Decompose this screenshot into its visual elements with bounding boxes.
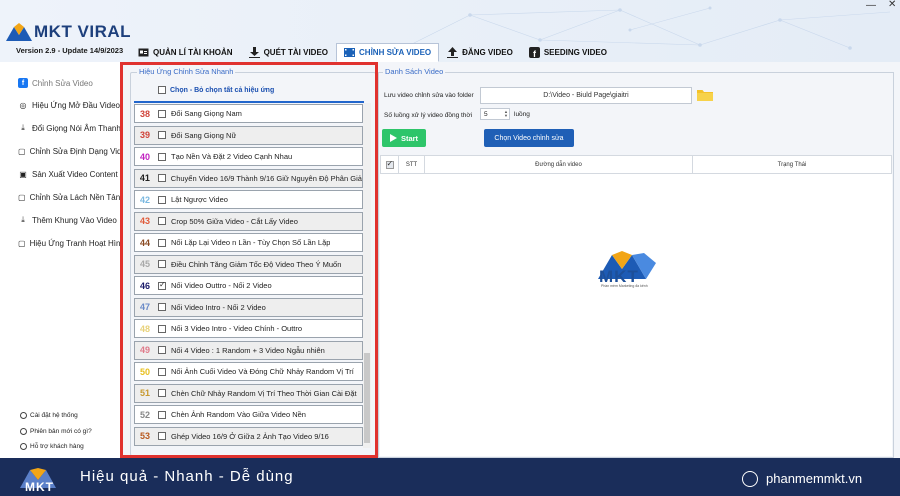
save-folder-label: Lưu video chỉnh sửa vào folder <box>384 92 474 99</box>
sidebar-item-label: Hiệu Ứng Mở Đầu Video <box>32 100 120 110</box>
whats-new-label: Phiên bản mới có gì? <box>30 428 92 435</box>
minimize-button[interactable]: — <box>866 0 876 11</box>
save-path-input[interactable]: D:\Video - Biuld Page\giaitri <box>480 87 692 104</box>
tab-label: QUẢN LÍ TÀI KHOẢN <box>153 48 233 57</box>
download-icon: ⤓ <box>21 123 25 132</box>
mkt-logo-icon <box>6 23 32 41</box>
sidebar-item-voice-change[interactable]: ⤓ Đổi Giọng Nói Âm Thanh <box>0 119 122 137</box>
globe-icon <box>742 471 758 487</box>
camera-icon: ◎ <box>19 100 27 110</box>
start-button[interactable]: Start <box>382 129 426 147</box>
sidebar-item-label: Chỉnh Sửa Định Dạng Video <box>29 146 131 156</box>
settings-label: Cài đặt hệ thống <box>30 412 78 419</box>
square-icon: ▢ <box>18 146 26 156</box>
support-link[interactable]: Hỗ trợ khách hàng <box>20 443 84 450</box>
sidebar-item-cartoon-effect[interactable]: ▢ Hiệu Ứng Tranh Hoạt Hình <box>0 234 125 252</box>
footer-website[interactable]: phanmemmkt.vn <box>766 471 862 486</box>
upload-icon <box>447 47 459 58</box>
facebook-icon: f <box>18 78 28 88</box>
column-header-status: Trạng Thái <box>777 161 807 168</box>
settings-link[interactable]: Cài đặt hệ thống <box>20 412 78 419</box>
square-icon: ▢ <box>18 238 26 248</box>
thread-unit-label: luồng <box>514 111 530 118</box>
sidebar-item-label: Chỉnh Sửa Lách Nền Tảng <box>29 192 125 202</box>
tab-seeding-video[interactable]: f SEEDING VIDEO <box>521 43 615 62</box>
sidebar-item-label: Chỉnh Sửa Video <box>32 78 93 88</box>
header-select-all[interactable] <box>381 156 399 173</box>
video-table-body <box>380 174 892 456</box>
image-icon: ▣ <box>19 169 27 179</box>
tab-account-manager[interactable]: QUẢN LÍ TÀI KHOẢN <box>130 43 241 62</box>
help-icon <box>20 428 27 435</box>
column-header-path: Đường dẫn video <box>425 156 693 173</box>
sidebar-item-label: Đổi Giọng Nói Âm Thanh <box>32 123 121 133</box>
close-button[interactable]: ✕ <box>888 0 896 10</box>
phone-icon <box>20 443 27 450</box>
sidebar-item-format-edit[interactable]: ▢ Chỉnh Sửa Định Dạng Video <box>0 142 130 160</box>
app-logo: MKT VIRAL <box>6 22 131 42</box>
folder-icon[interactable] <box>697 89 713 101</box>
sidebar-item-label: Thêm Khung Vào Video <box>32 215 117 225</box>
sidebar-item-label: Hiệu Ứng Tranh Hoạt Hình <box>29 238 125 248</box>
app-title: MKT VIRAL <box>34 22 132 41</box>
tab-edit-video[interactable]: CHỈNH SỬA VIDEO <box>336 43 440 62</box>
tab-label: QUÉT TÀI VIDEO <box>263 48 329 57</box>
video-list-legend: Danh Sách Video <box>383 67 446 76</box>
sidebar-item-label: Sản Xuất Video Content <box>32 169 118 179</box>
sidebar: f Chỉnh Sửa Video ◎ Hiệu Ứng Mở Đầu Vide… <box>0 62 130 458</box>
sidebar-item-content-production[interactable]: ▣ Sản Xuất Video Content <box>0 165 122 183</box>
version-label: Version 2.9 - Update 14/9/2023 <box>16 46 124 55</box>
thread-count-stepper[interactable]: 5 ▲ ▼ <box>480 108 510 120</box>
tab-label: ĐĂNG VIDEO <box>462 48 513 57</box>
watermark-tagline: Phần mềm Marketing đa kênh <box>601 284 648 288</box>
thread-count-label: Số luồng xử lý video đồng thời <box>384 112 473 119</box>
sidebar-item-intro-effect[interactable]: ◎ Hiệu Ứng Mở Đầu Video <box>0 96 122 114</box>
video-table-header: STT Đường dẫn video Trạng Thái <box>380 155 892 174</box>
facebook-icon: f <box>528 47 540 58</box>
start-label: Start <box>400 133 419 143</box>
choose-video-button[interactable]: Chọn Video chỉnh sửa <box>484 129 574 147</box>
id-card-icon <box>138 48 149 57</box>
play-icon <box>389 134 397 142</box>
tab-label: CHỈNH SỬA VIDEO <box>359 48 432 57</box>
square-icon: ▢ <box>18 192 26 202</box>
spin-arrows-icon[interactable]: ▲ ▼ <box>504 110 508 118</box>
support-label: Hỗ trợ khách hàng <box>30 443 84 450</box>
highlight-frame <box>120 62 378 458</box>
footer-slogan: Hiệu quả - Nhanh - Dễ dùng <box>80 468 294 485</box>
header-checkbox[interactable] <box>385 159 394 169</box>
tab-scan-video[interactable]: QUÉT TÀI VIDEO <box>241 43 336 62</box>
tab-post-video[interactable]: ĐĂNG VIDEO <box>439 43 521 62</box>
thread-count-value: 5 <box>484 110 488 118</box>
sidebar-item-add-frame[interactable]: ⤓ Thêm Khung Vào Video <box>0 211 122 229</box>
tab-label: SEEDING VIDEO <box>543 48 607 57</box>
download-icon <box>248 47 260 58</box>
sidebar-item-edit-video[interactable]: f Chỉnh Sửa Video <box>0 74 122 92</box>
download-icon: ⤓ <box>21 215 25 224</box>
gear-icon <box>20 412 27 419</box>
footer-logo-text: MKT <box>25 480 54 494</box>
column-header-stt: STT <box>399 156 425 173</box>
main-tabs: QUẢN LÍ TÀI KHOẢN QUÉT TÀI VIDEO CHỈNH S… <box>130 43 615 62</box>
sidebar-item-platform-bypass[interactable]: ▢ Chỉnh Sửa Lách Nền Tảng <box>0 188 125 206</box>
whats-new-link[interactable]: Phiên bản mới có gì? <box>20 428 92 435</box>
film-icon <box>344 48 356 57</box>
